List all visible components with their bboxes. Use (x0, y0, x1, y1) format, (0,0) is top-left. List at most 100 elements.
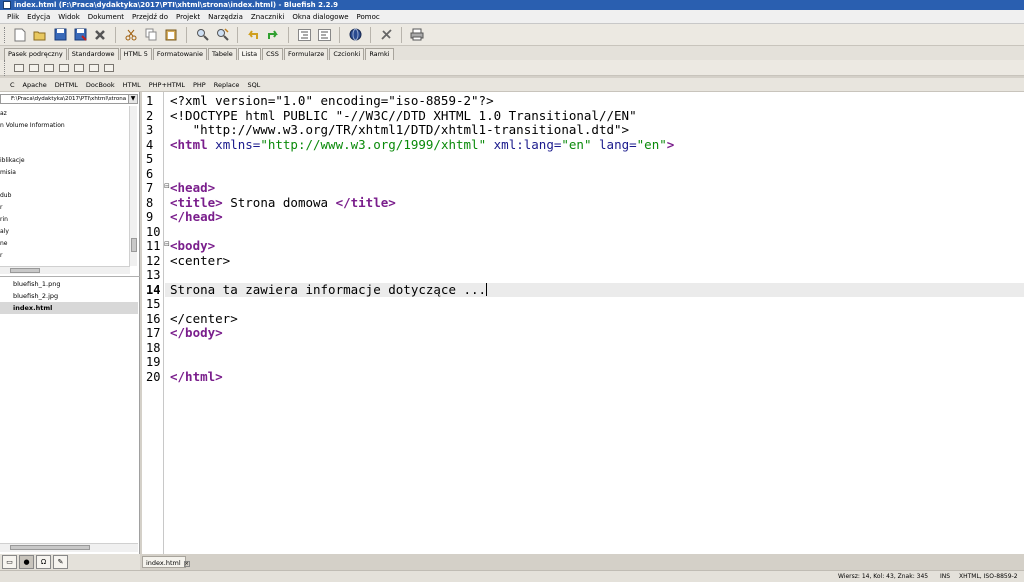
menu-narzedzia[interactable]: Narzędzia (204, 13, 247, 21)
tab-standardowe[interactable]: Standardowe (67, 48, 119, 60)
tab-czcionki[interactable]: Czcionki (329, 48, 365, 60)
redo-icon[interactable] (264, 26, 282, 44)
snippet-html[interactable]: HTML (119, 81, 145, 89)
list-wizard-icon[interactable] (14, 63, 24, 72)
definition-list-icon[interactable] (74, 63, 84, 72)
snippet-replace[interactable]: Replace (210, 81, 244, 89)
menu-plik[interactable]: Plik (3, 13, 23, 21)
find-icon[interactable] (193, 26, 211, 44)
text-cursor (486, 282, 488, 296)
folder-icon[interactable]: ▭ (2, 555, 17, 569)
line-number: 12 (146, 253, 161, 268)
menu-bar: Plik Edycja Widok Dokument Przejdź do Pr… (0, 10, 1024, 24)
tab-formularze[interactable]: Formularze (283, 48, 329, 60)
menu-przejdz-do[interactable]: Przejdź do (128, 13, 172, 21)
line-number: 18 (146, 340, 161, 355)
paste-icon[interactable] (162, 26, 180, 44)
snippet-php[interactable]: PHP (189, 81, 210, 89)
open-folder-icon[interactable] (31, 26, 49, 44)
scrollbar-thumb[interactable] (10, 268, 40, 273)
replace-icon[interactable] (213, 26, 231, 44)
save-icon[interactable] (51, 26, 69, 44)
tree-item[interactable]: aly (0, 228, 9, 235)
code-line: <head> (170, 180, 216, 195)
menu-znaczniki[interactable]: Znaczniki (247, 13, 288, 21)
cut-icon[interactable] (122, 26, 140, 44)
bookmark-icon[interactable]: ● (19, 555, 34, 569)
snippet-docbook[interactable]: DocBook (82, 81, 119, 89)
snippets-icon[interactable]: ✎ (53, 555, 68, 569)
copy-icon[interactable] (142, 26, 160, 44)
syntax-string: "en" (636, 136, 667, 152)
toolbar-grip[interactable] (4, 26, 7, 43)
tree-item[interactable]: dub (0, 192, 11, 199)
file-list-horizontal-scrollbar[interactable] (0, 543, 138, 552)
toolbar-separator (186, 26, 187, 43)
snippet-php-html[interactable]: PHP+HTML (145, 81, 189, 89)
menu-dokument[interactable]: Dokument (84, 13, 128, 21)
line-number: 1 (146, 94, 154, 108)
tree-item[interactable]: n Volume Information (0, 122, 65, 129)
tree-item[interactable]: misia (0, 169, 16, 176)
syntax-string: "en" (561, 136, 592, 152)
snippet-sql[interactable]: SQL (243, 81, 264, 89)
snippet-apache[interactable]: Apache (19, 81, 51, 89)
toolbar-grip[interactable] (4, 59, 7, 76)
tab-html5[interactable]: HTML 5 (119, 48, 152, 60)
tab-formatowanie[interactable]: Formatowanie (152, 48, 207, 60)
tree-horizontal-scrollbar[interactable] (0, 266, 130, 274)
menu-widok[interactable]: Widok (54, 13, 84, 21)
close-tab-icon[interactable]: × (183, 561, 190, 567)
tree-item[interactable]: ne (0, 240, 8, 247)
snippet-dhtml[interactable]: DHTML (51, 81, 82, 89)
menu-okna-dialogowe[interactable]: Okna dialogowe (288, 13, 352, 21)
list-item-file-active[interactable]: index.html (0, 302, 138, 314)
definition-term-icon[interactable] (89, 63, 99, 72)
file-browser-panel: F:\Praca\dydaktyka\2017\PTI\xhtml\strona… (0, 92, 140, 554)
tree-item[interactable]: az (0, 110, 7, 117)
save-as-icon[interactable] (71, 26, 89, 44)
scrollbar-thumb[interactable] (131, 238, 137, 252)
toolbar-tabs: Pasek podręczny Standardowe HTML 5 Forma… (0, 46, 1024, 60)
directory-combo[interactable]: F:\Praca\dydaktyka\2017\PTI\xhtml\strona… (0, 94, 138, 104)
list-item-icon[interactable] (59, 63, 69, 72)
toolbar-separator (370, 26, 371, 43)
panel-divider[interactable] (0, 276, 140, 277)
chevron-down-icon[interactable]: ▼ (128, 95, 137, 103)
tools-icon[interactable] (377, 26, 395, 44)
list-item-file[interactable]: bluefish_2.jpg (0, 290, 138, 302)
tab-pasek-podreczny[interactable]: Pasek podręczny (4, 48, 67, 60)
document-tab[interactable]: index.html × (142, 556, 190, 568)
menu-pomoc[interactable]: Pomoc (353, 13, 384, 21)
tree-item[interactable]: rin (0, 216, 8, 223)
tab-css[interactable]: CSS (262, 48, 283, 60)
unordered-list-icon[interactable] (29, 63, 39, 72)
close-icon[interactable] (91, 26, 109, 44)
print-icon[interactable] (408, 26, 426, 44)
tree-vertical-scrollbar[interactable] (129, 106, 137, 266)
scrollbar-thumb[interactable] (10, 545, 90, 550)
menu-edycja[interactable]: Edycja (23, 13, 54, 21)
tree-item[interactable]: r (0, 252, 2, 259)
undo-icon[interactable] (244, 26, 262, 44)
line-number: 17 (146, 326, 161, 340)
code-editor[interactable]: 1 2 3 4 5 6 7 8 9 10 11 12 13 14 15 16 1… (142, 92, 1024, 554)
tab-lista[interactable]: Lista (237, 48, 262, 60)
char-map-icon[interactable]: Ω (36, 555, 51, 569)
unindent-icon[interactable] (315, 26, 333, 44)
globe-icon[interactable] (346, 26, 364, 44)
directory-path: F:\Praca\dydaktyka\2017\PTI\xhtml\strona (11, 96, 127, 102)
document-encoding[interactable]: XHTML, ISO-8859-2 (959, 571, 1018, 582)
new-file-icon[interactable] (11, 26, 29, 44)
list-tag-toolbar (0, 59, 1024, 76)
list-item-file[interactable]: bluefish_1.png (0, 278, 138, 290)
tab-ramki[interactable]: Ramki (365, 48, 394, 60)
snippet-c[interactable]: C (6, 81, 19, 89)
menu-projekt[interactable]: Projekt (172, 13, 204, 21)
ordered-list-icon[interactable] (44, 63, 54, 72)
definition-icon[interactable] (104, 63, 114, 72)
tree-item[interactable]: r (0, 204, 2, 211)
indent-icon[interactable] (295, 26, 313, 44)
tab-tabele[interactable]: Tabele (207, 48, 237, 60)
tree-item[interactable]: iblikacje (0, 157, 25, 164)
